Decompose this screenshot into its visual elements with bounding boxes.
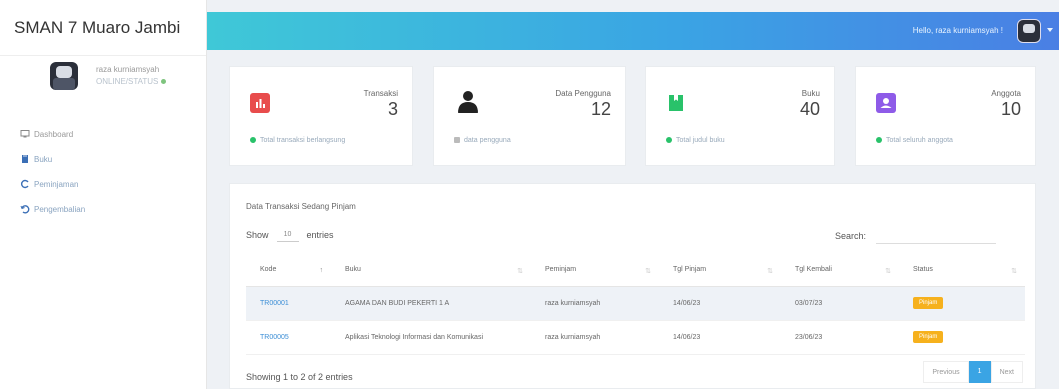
- info-dot-icon: [666, 137, 672, 144]
- table-header-row: Kode ↑ Buku ⇅ Peminjam ⇅ Tgl Pinjam ⇅ Tgl Ke…: [246, 254, 1025, 287]
- sort-icon: ⇅: [767, 268, 773, 275]
- cell-buku: Aplikasi Teknologi Informasi dan Komunik…: [331, 320, 531, 355]
- cell-tgl-pinjam: 14/06/23: [659, 320, 781, 355]
- panel-title: Data Transaksi Sedang Pinjam: [246, 202, 356, 211]
- info-dot-icon: [876, 137, 882, 144]
- cell-tgl-kembali: 23/06/23: [781, 320, 899, 355]
- previous-button[interactable]: Previous: [923, 361, 969, 383]
- sidebar-item-buku[interactable]: Buku: [0, 147, 206, 172]
- cell-status: Pinjam: [899, 320, 1025, 355]
- search-input[interactable]: [876, 228, 997, 244]
- online-dot-icon: [161, 79, 167, 84]
- status-badge: Pinjam: [913, 297, 944, 309]
- column-header-tgl-pinjam[interactable]: Tgl Pinjam ⇅: [659, 254, 781, 287]
- stat-card-transaksi[interactable]: Transaksi 3 Total transaksi berlangsung: [229, 66, 413, 166]
- cell-kode: TR00001: [246, 286, 331, 321]
- sort-icon: ⇅: [885, 268, 891, 275]
- cell-tgl-kembali: 03/07/23: [781, 286, 899, 321]
- sidebar: SMAN 7 Muaro Jambi raza kurniamsyah ONLI…: [0, 0, 207, 389]
- stat-value: 12: [590, 99, 611, 119]
- stat-card-pengguna[interactable]: Data Pengguna 12 data pengguna: [433, 66, 626, 166]
- stat-card-anggota[interactable]: Anggota 10 Total seluruh anggota: [855, 66, 1036, 166]
- undo-icon: [20, 205, 30, 214]
- stat-value: 40: [799, 99, 820, 119]
- sidebar-item-label: Peminjaman: [34, 180, 79, 189]
- entries-length-control: Show 10 entries: [246, 228, 334, 242]
- kode-link[interactable]: TR00001: [260, 300, 289, 307]
- user-greeting[interactable]: Hello, raza kurniamsyah !: [913, 26, 1003, 35]
- stat-label: Transaksi: [363, 89, 398, 98]
- profile-name: raza kurniamsyah: [96, 65, 160, 74]
- stat-value: 3: [387, 99, 398, 119]
- sidebar-item-peminjaman[interactable]: Peminjaman: [0, 172, 206, 197]
- search-control: Search:: [835, 228, 997, 244]
- table-info: Showing 1 to 2 of 2 entries: [246, 372, 353, 382]
- avatar: [50, 62, 78, 90]
- stat-label: Anggota: [991, 89, 1021, 98]
- show-label: Show: [246, 230, 269, 240]
- info-dot-icon: [250, 137, 256, 144]
- sidebar-item-label: Dashboard: [34, 130, 74, 139]
- column-header-status[interactable]: Status ⇅: [899, 254, 1025, 287]
- app-brand[interactable]: SMAN 7 Muaro Jambi: [0, 0, 206, 56]
- sidebar-item-label: Pengembalian: [34, 205, 86, 214]
- stat-footer: Total seluruh anggota: [876, 137, 953, 144]
- column-header-tgl-kembali[interactable]: Tgl Kembali ⇅: [781, 254, 899, 287]
- column-header-peminjam[interactable]: Peminjam ⇅: [531, 254, 659, 287]
- column-header-buku[interactable]: Buku ⇅: [331, 254, 531, 287]
- stat-footer: Total transaksi berlangsung: [250, 137, 345, 144]
- chevron-down-icon[interactable]: [1047, 28, 1053, 32]
- cell-kode: TR00005: [246, 320, 331, 355]
- sort-icon: ⇅: [645, 268, 651, 275]
- stat-card-buku[interactable]: Buku 40 Total judul buku: [645, 66, 835, 166]
- next-button[interactable]: Next: [990, 361, 1023, 383]
- transaction-panel: Data Transaksi Sedang Pinjam Show 10 ent…: [229, 183, 1036, 389]
- cell-peminjam: raza kurniamsyah: [531, 320, 659, 355]
- cell-peminjam: raza kurniamsyah: [531, 286, 659, 321]
- sort-asc-icon: ↑: [319, 267, 324, 274]
- stat-value: 10: [1000, 99, 1021, 119]
- online-status: ONLINE/STATUS: [96, 76, 167, 88]
- refresh-icon: [20, 179, 29, 189]
- pagination: Previous 1 Next: [923, 361, 1023, 383]
- sidebar-item-dashboard[interactable]: Dashboard: [0, 122, 206, 147]
- bookmark-icon: [669, 95, 683, 111]
- user-icon: [458, 91, 478, 113]
- column-header-kode[interactable]: Kode ↑: [246, 254, 331, 287]
- stat-label: Data Pengguna: [555, 89, 611, 98]
- sidebar-nav: Dashboard Buku Peminjaman Pengembalian: [0, 122, 206, 222]
- page-1-button[interactable]: 1: [968, 361, 991, 383]
- cell-buku: AGAMA DAN BUDI PEKERTI 1 A: [331, 286, 531, 321]
- profile-info: raza kurniamsyah ONLINE/STATUS: [96, 64, 167, 88]
- status-badge: Pinjam: [913, 331, 944, 343]
- sort-icon: ⇅: [517, 268, 523, 275]
- stat-footer: Total judul buku: [666, 137, 725, 144]
- list-icon: [454, 137, 460, 144]
- chart-icon: [250, 93, 270, 113]
- book-icon: [22, 155, 28, 163]
- entries-label: entries: [306, 230, 334, 240]
- table-row: TR00005 Aplikasi Teknologi Informasi dan…: [246, 320, 1025, 355]
- sidebar-item-pengembalian[interactable]: Pengembalian: [0, 197, 206, 222]
- transaction-table: Kode ↑ Buku ⇅ Peminjam ⇅ Tgl Pinjam ⇅ Tgl Ke…: [246, 254, 1025, 355]
- stat-footer: data pengguna: [454, 137, 511, 144]
- sort-icon: ⇅: [1011, 268, 1017, 275]
- search-label: Search:: [835, 231, 867, 241]
- table-row: TR00001 AGAMA DAN BUDI PEKERTI 1 A raza …: [246, 286, 1025, 321]
- top-navbar: Hello, raza kurniamsyah !: [207, 12, 1059, 50]
- monitor-icon: [20, 130, 30, 138]
- sidebar-item-label: Buku: [34, 155, 53, 164]
- badge-icon: [876, 93, 896, 113]
- cell-tgl-pinjam: 14/06/23: [659, 286, 781, 321]
- cell-status: Pinjam: [899, 286, 1025, 321]
- entries-select[interactable]: 10: [276, 228, 299, 242]
- stat-label: Buku: [801, 89, 820, 98]
- kode-link[interactable]: TR00005: [260, 334, 289, 341]
- user-avatar-button[interactable]: [1017, 19, 1041, 43]
- user-profile: raza kurniamsyah ONLINE/STATUS: [0, 56, 206, 120]
